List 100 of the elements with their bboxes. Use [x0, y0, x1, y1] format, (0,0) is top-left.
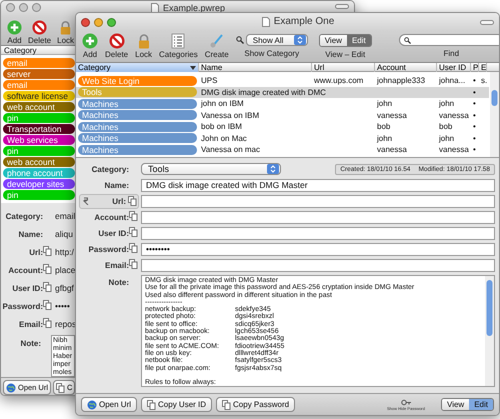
toolbar-button[interactable]: Categories: [159, 31, 198, 59]
input-field[interactable]: [141, 210, 495, 224]
mode-segment[interactable]: Edit: [469, 399, 493, 410]
mode-segment[interactable]: View: [320, 35, 347, 46]
field-label: User ID:: [98, 228, 129, 238]
copy-icon[interactable]: [129, 259, 138, 269]
globe-icon: [6, 382, 16, 392]
no-entry-icon: [32, 20, 48, 35]
category-tag: Machines: [78, 98, 197, 109]
field-label: Name:: [104, 180, 129, 190]
category-tag[interactable]: software license: [3, 91, 75, 101]
zoom-button[interactable]: [32, 3, 41, 12]
toolbar-button[interactable]: Delete: [28, 17, 52, 45]
input-field[interactable]: DMG disk image created with DMG Master: [141, 178, 495, 192]
toolbar-button[interactable]: Add: [7, 17, 22, 45]
copy-icon[interactable]: [56, 382, 66, 392]
table-cell-text: john: [376, 99, 392, 108]
category-tag[interactable]: web account: [3, 102, 75, 112]
category-tag[interactable]: web account: [3, 157, 75, 167]
mode-segment[interactable]: Edit: [346, 35, 371, 46]
column-header[interactable]: Category: [76, 63, 199, 72]
toolbar-button[interactable]: Lock: [57, 17, 74, 45]
mode-segment[interactable]: View: [442, 399, 470, 410]
table-cell-text: john on IBM: [200, 99, 244, 108]
field-label: Note:: [20, 338, 41, 348]
category-tag[interactable]: Web services: [3, 135, 75, 145]
field-value: aliqu: [55, 229, 73, 239]
copy-icon[interactable]: [43, 300, 52, 310]
table-row[interactable]: Machines Vanessa on mac vanessa vanessa •: [76, 144, 489, 156]
add-icon: [82, 33, 98, 49]
table-cell-text: UPS: [200, 76, 218, 86]
window-title: Example One: [274, 17, 334, 27]
table-cell-text: •: [472, 76, 476, 86]
table-cell-text: •: [472, 110, 476, 120]
input-field[interactable]: [141, 194, 495, 208]
copy-icon[interactable]: [128, 196, 137, 206]
field-value: http:/: [55, 247, 74, 257]
minimize-button[interactable]: [94, 18, 103, 26]
field-label: Account:: [94, 212, 129, 222]
globe-icon: [87, 400, 97, 410]
copy-icon[interactable]: [43, 246, 52, 256]
field-value: •••••: [55, 301, 70, 311]
table-row[interactable]: Machines john on IBM john john •: [76, 98, 489, 110]
copy-icon[interactable]: [43, 264, 52, 274]
currency-glyph-icon: [83, 197, 89, 205]
scrollbar[interactable]: [485, 276, 494, 386]
table-row[interactable]: Machines Vanessa on IBM vanessa vanessa •: [76, 110, 489, 121]
search-icon: [236, 36, 244, 44]
table-row[interactable]: Machines bob on IBM bob bob •: [76, 121, 489, 132]
footer-button[interactable]: Open Url: [81, 397, 138, 412]
category-tag[interactable]: developer sites: [3, 179, 75, 189]
copy-icon[interactable]: [43, 318, 52, 328]
table-cell-text: bob: [376, 122, 390, 132]
table-cell-text: bob: [438, 122, 452, 132]
table-row[interactable]: Web Site Login UPS www.ups.com johnapple333 johna... • s.: [76, 75, 489, 86]
input-field[interactable]: [141, 226, 495, 240]
pill-button[interactable]: [335, 4, 349, 9]
stepper-icon: [267, 164, 279, 174]
pill-button[interactable]: [480, 20, 494, 24]
copy-icon[interactable]: [129, 227, 138, 237]
input-field[interactable]: [141, 258, 495, 272]
field-label: Account:: [8, 266, 43, 274]
scrollbar[interactable]: [490, 72, 499, 157]
table-row[interactable]: Machines John on Mac john john •: [76, 132, 489, 144]
zoom-button[interactable]: [107, 18, 116, 26]
footer-button[interactable]: Copy User ID: [141, 397, 212, 412]
column-header[interactable]: Category: [1, 46, 75, 55]
toolbar-button[interactable]: Add: [82, 31, 98, 59]
category-tag: Web Site Login: [78, 76, 197, 86]
close-button[interactable]: [81, 18, 90, 26]
toolbar-label: Show Category: [244, 49, 300, 58]
copy-icon[interactable]: [129, 243, 138, 253]
category-tag: Tools: [78, 87, 197, 98]
toolbar-button[interactable]: Delete: [105, 31, 128, 59]
input-field[interactable]: ••••••••: [141, 242, 495, 256]
search-field[interactable]: [398, 34, 499, 46]
close-button[interactable]: [6, 3, 15, 12]
show-filter-dropdown[interactable]: Show All: [246, 34, 308, 46]
table-cell-text: John on Mac: [200, 134, 247, 143]
category-tag[interactable]: server: [3, 69, 75, 79]
minimize-button[interactable]: [19, 3, 28, 12]
category-tag[interactable]: Transportation: [3, 124, 75, 134]
table-row[interactable]: Tools DMG disk image created with DMC •: [76, 86, 489, 98]
field-value: place: [55, 265, 76, 275]
copy-icon[interactable]: [147, 400, 156, 410]
copy-icon[interactable]: [43, 282, 52, 292]
category-dropdown[interactable]: Tools: [141, 163, 281, 175]
toolbar-button[interactable]: Create: [204, 31, 229, 59]
copy-icon[interactable]: [129, 211, 138, 221]
field-label: Email:: [18, 320, 43, 328]
table-cell-text: johnapple333: [376, 76, 426, 86]
note-field[interactable]: [141, 275, 495, 387]
toolbar-label: View – Edit: [325, 50, 366, 59]
toolbar-button[interactable]: Lock: [135, 31, 152, 59]
copy-icon[interactable]: [222, 400, 232, 410]
table-cell-text: bob on IBM: [200, 122, 242, 132]
category-tag: Machines: [78, 110, 197, 120]
table-cell-text: DMG disk image created with DMC: [200, 88, 326, 97]
table-cell-text: •: [472, 134, 476, 143]
footer-button[interactable]: Copy Password: [216, 397, 296, 412]
